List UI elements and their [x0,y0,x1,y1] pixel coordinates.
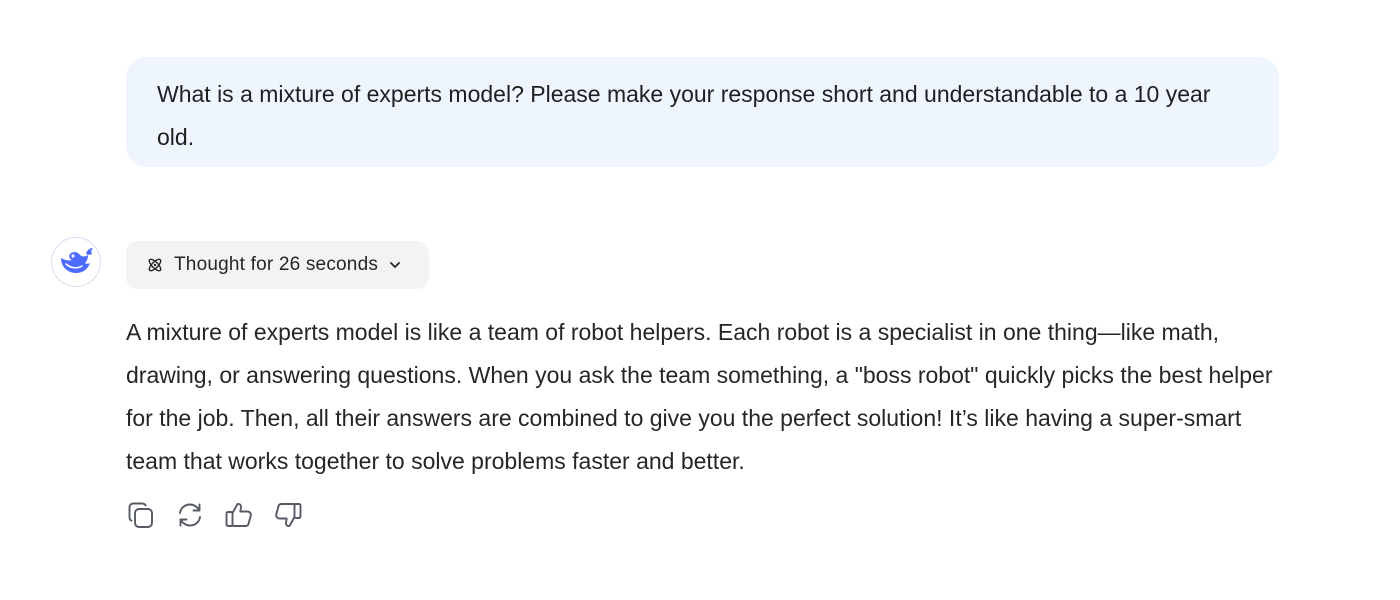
assistant-answer-text: A mixture of experts model is like a tea… [126,319,1273,474]
assistant-avatar [51,237,101,287]
user-message-bubble: What is a mixture of experts model? Plea… [126,57,1279,167]
whale-logo-icon [58,245,94,280]
chevron-down-icon [388,258,402,272]
message-actions [126,499,303,531]
copy-button[interactable] [126,499,156,531]
thumbs-up-icon [224,500,254,530]
atom-icon [146,256,164,274]
regenerate-button[interactable] [175,499,205,531]
refresh-icon [175,500,205,530]
user-message-text: What is a mixture of experts model? Plea… [157,81,1211,150]
thought-toggle-button[interactable]: Thought for 26 seconds [126,241,429,289]
thumbs-down-icon [273,500,303,530]
thought-label: Thought for 26 seconds [174,254,379,275]
copy-icon [126,500,156,530]
dislike-button[interactable] [273,499,303,531]
like-button[interactable] [224,499,254,531]
